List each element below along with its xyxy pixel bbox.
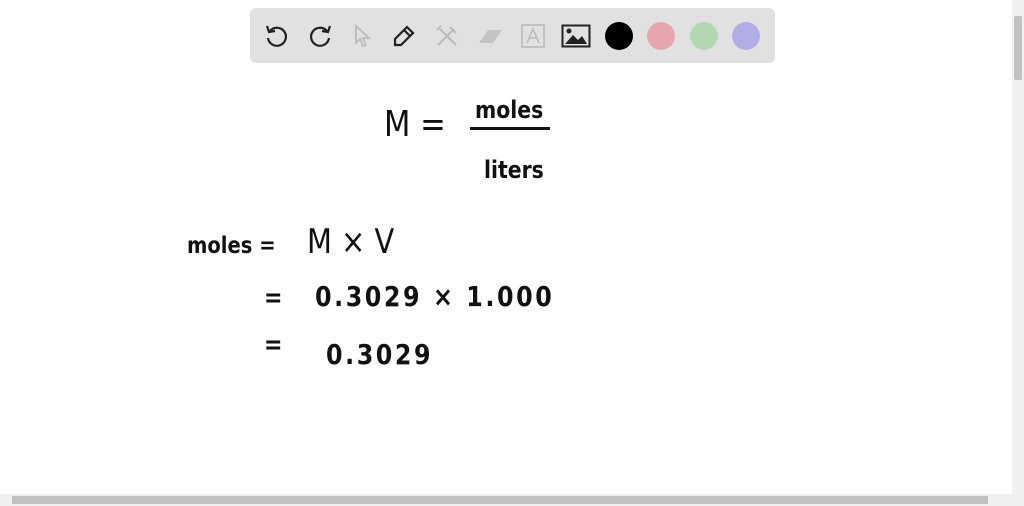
tools-icon[interactable] bbox=[431, 20, 463, 52]
select-icon[interactable] bbox=[346, 20, 378, 52]
undo-icon[interactable] bbox=[261, 20, 293, 52]
line2-rhs: 0.3029 × 1.000 bbox=[315, 280, 555, 313]
color-black[interactable] bbox=[605, 22, 633, 50]
vertical-scrollbar[interactable] bbox=[1012, 0, 1024, 494]
color-pink[interactable] bbox=[647, 22, 675, 50]
formula-denominator: liters bbox=[484, 156, 544, 184]
fraction-bar bbox=[470, 127, 550, 130]
eraser-icon[interactable] bbox=[474, 20, 506, 52]
line3-equals: = bbox=[264, 330, 283, 360]
horizontal-scrollbar[interactable] bbox=[0, 494, 1024, 506]
formula-numerator: moles bbox=[475, 96, 544, 124]
color-purple[interactable] bbox=[732, 22, 760, 50]
drawing-toolbar bbox=[250, 8, 775, 63]
line3-rhs: 0.3029 bbox=[326, 338, 434, 371]
line1-rhs: M × V bbox=[307, 222, 395, 262]
formula-lhs: M = bbox=[384, 104, 446, 145]
color-green[interactable] bbox=[690, 22, 718, 50]
image-icon[interactable] bbox=[560, 20, 592, 52]
pen-icon[interactable] bbox=[388, 20, 420, 52]
vertical-scroll-thumb[interactable] bbox=[1014, 16, 1022, 80]
line2-equals: = bbox=[264, 283, 283, 313]
text-icon[interactable] bbox=[517, 20, 549, 52]
redo-icon[interactable] bbox=[304, 20, 336, 52]
line1-lhs: moles = bbox=[187, 233, 276, 259]
horizontal-scroll-thumb[interactable] bbox=[12, 496, 988, 504]
